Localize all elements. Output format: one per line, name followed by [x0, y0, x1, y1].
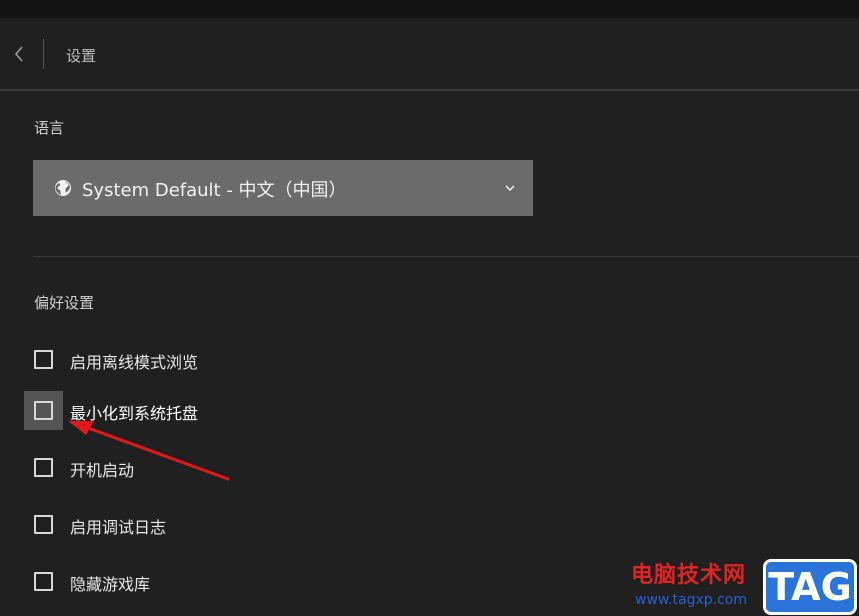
watermark-site-name: 电脑技术网	[631, 563, 747, 588]
checkbox-minimize-to-tray[interactable]	[34, 401, 53, 420]
language-select[interactable]: System Default - 中文（中国）	[33, 160, 533, 216]
page-title: 设置	[66, 47, 97, 65]
checkbox-container[interactable]	[24, 340, 63, 379]
checkbox-hide-library[interactable]	[34, 572, 53, 591]
option-label: 启用离线模式浏览	[70, 353, 199, 372]
checkbox-container[interactable]	[24, 505, 63, 544]
watermark-badge: TAG	[763, 559, 857, 615]
option-label: 隐藏游戏库	[70, 575, 151, 594]
header-divider	[43, 39, 44, 69]
back-button[interactable]	[8, 43, 30, 65]
checkbox-container[interactable]	[24, 562, 63, 601]
checkbox-container[interactable]	[24, 448, 63, 487]
site-watermark: 电脑技术网 www.tagxp.com TAG	[627, 557, 859, 616]
window-titlebar	[0, 0, 859, 18]
checkbox-debug-logging[interactable]	[34, 515, 53, 534]
watermark-url: www.tagxp.com	[635, 592, 747, 608]
chevron-left-icon	[14, 46, 23, 62]
annotation-arrow-icon	[68, 421, 230, 481]
option-label: 启用调试日志	[70, 518, 167, 537]
globe-icon	[55, 180, 71, 196]
checkbox-launch-on-startup[interactable]	[34, 458, 53, 477]
settings-header: 设置	[0, 18, 859, 89]
header-separator	[0, 89, 859, 91]
section-divider	[33, 256, 859, 257]
chevron-down-icon	[505, 185, 515, 192]
language-select-value: System Default - 中文（中国）	[82, 180, 347, 201]
checkbox-offline-mode[interactable]	[34, 350, 53, 369]
settings-page: 设置 语言 System Default - 中文（中国） 偏好设置 启用离线模…	[0, 0, 859, 616]
watermark-badge-text: TAG	[768, 565, 852, 609]
checkbox-container-hovered[interactable]	[24, 391, 63, 430]
preferences-section-label: 偏好设置	[34, 294, 95, 312]
language-section-label: 语言	[34, 119, 65, 137]
